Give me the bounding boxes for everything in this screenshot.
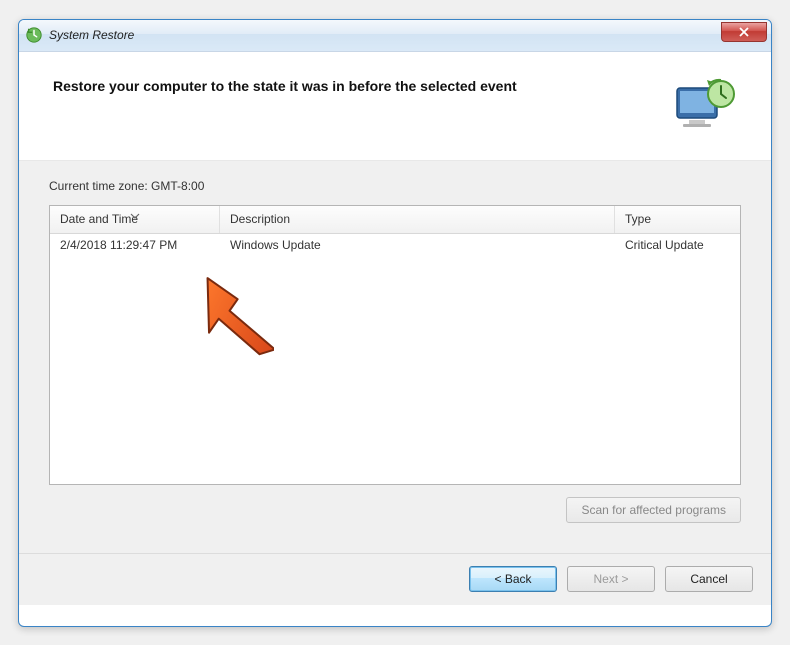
monitor-clock-icon bbox=[673, 78, 737, 134]
table-row[interactable]: 2/4/2018 11:29:47 PM Windows Update Crit… bbox=[50, 234, 740, 258]
header-section: Restore your computer to the state it wa… bbox=[19, 52, 771, 161]
window-title: System Restore bbox=[49, 28, 134, 42]
table-body: 2/4/2018 11:29:47 PM Windows Update Crit… bbox=[50, 234, 740, 484]
column-description[interactable]: Description bbox=[220, 206, 615, 233]
titlebar: System Restore bbox=[19, 20, 771, 52]
close-button[interactable] bbox=[721, 22, 767, 42]
page-title: Restore your computer to the state it wa… bbox=[53, 78, 517, 94]
chevron-down-icon bbox=[130, 208, 140, 222]
scan-button-row: Scan for affected programs bbox=[49, 497, 741, 523]
column-label: Date and Time bbox=[60, 212, 138, 226]
close-icon bbox=[739, 27, 749, 37]
table-header: Date and Time Description Type bbox=[50, 206, 740, 234]
content-area: Current time zone: GMT-8:00 Date and Tim… bbox=[19, 161, 771, 553]
scan-affected-programs-button[interactable]: Scan for affected programs bbox=[566, 497, 741, 523]
cancel-button[interactable]: Cancel bbox=[665, 566, 753, 592]
back-button[interactable]: < Back bbox=[469, 566, 557, 592]
restore-points-table: Date and Time Description Type 2/4/2018 … bbox=[49, 205, 741, 485]
timezone-label: Current time zone: GMT-8:00 bbox=[49, 179, 741, 193]
system-restore-icon bbox=[25, 26, 43, 44]
column-date-time[interactable]: Date and Time bbox=[50, 206, 220, 233]
cell-date: 2/4/2018 11:29:47 PM bbox=[50, 234, 220, 258]
cell-type: Critical Update bbox=[615, 234, 740, 258]
column-label: Description bbox=[230, 212, 290, 226]
system-restore-window: System Restore Restore your computer to … bbox=[18, 19, 772, 627]
column-type[interactable]: Type bbox=[615, 206, 740, 233]
footer: < Back Next > Cancel bbox=[19, 553, 771, 605]
cell-description: Windows Update bbox=[220, 234, 615, 258]
column-label: Type bbox=[625, 212, 651, 226]
next-button[interactable]: Next > bbox=[567, 566, 655, 592]
